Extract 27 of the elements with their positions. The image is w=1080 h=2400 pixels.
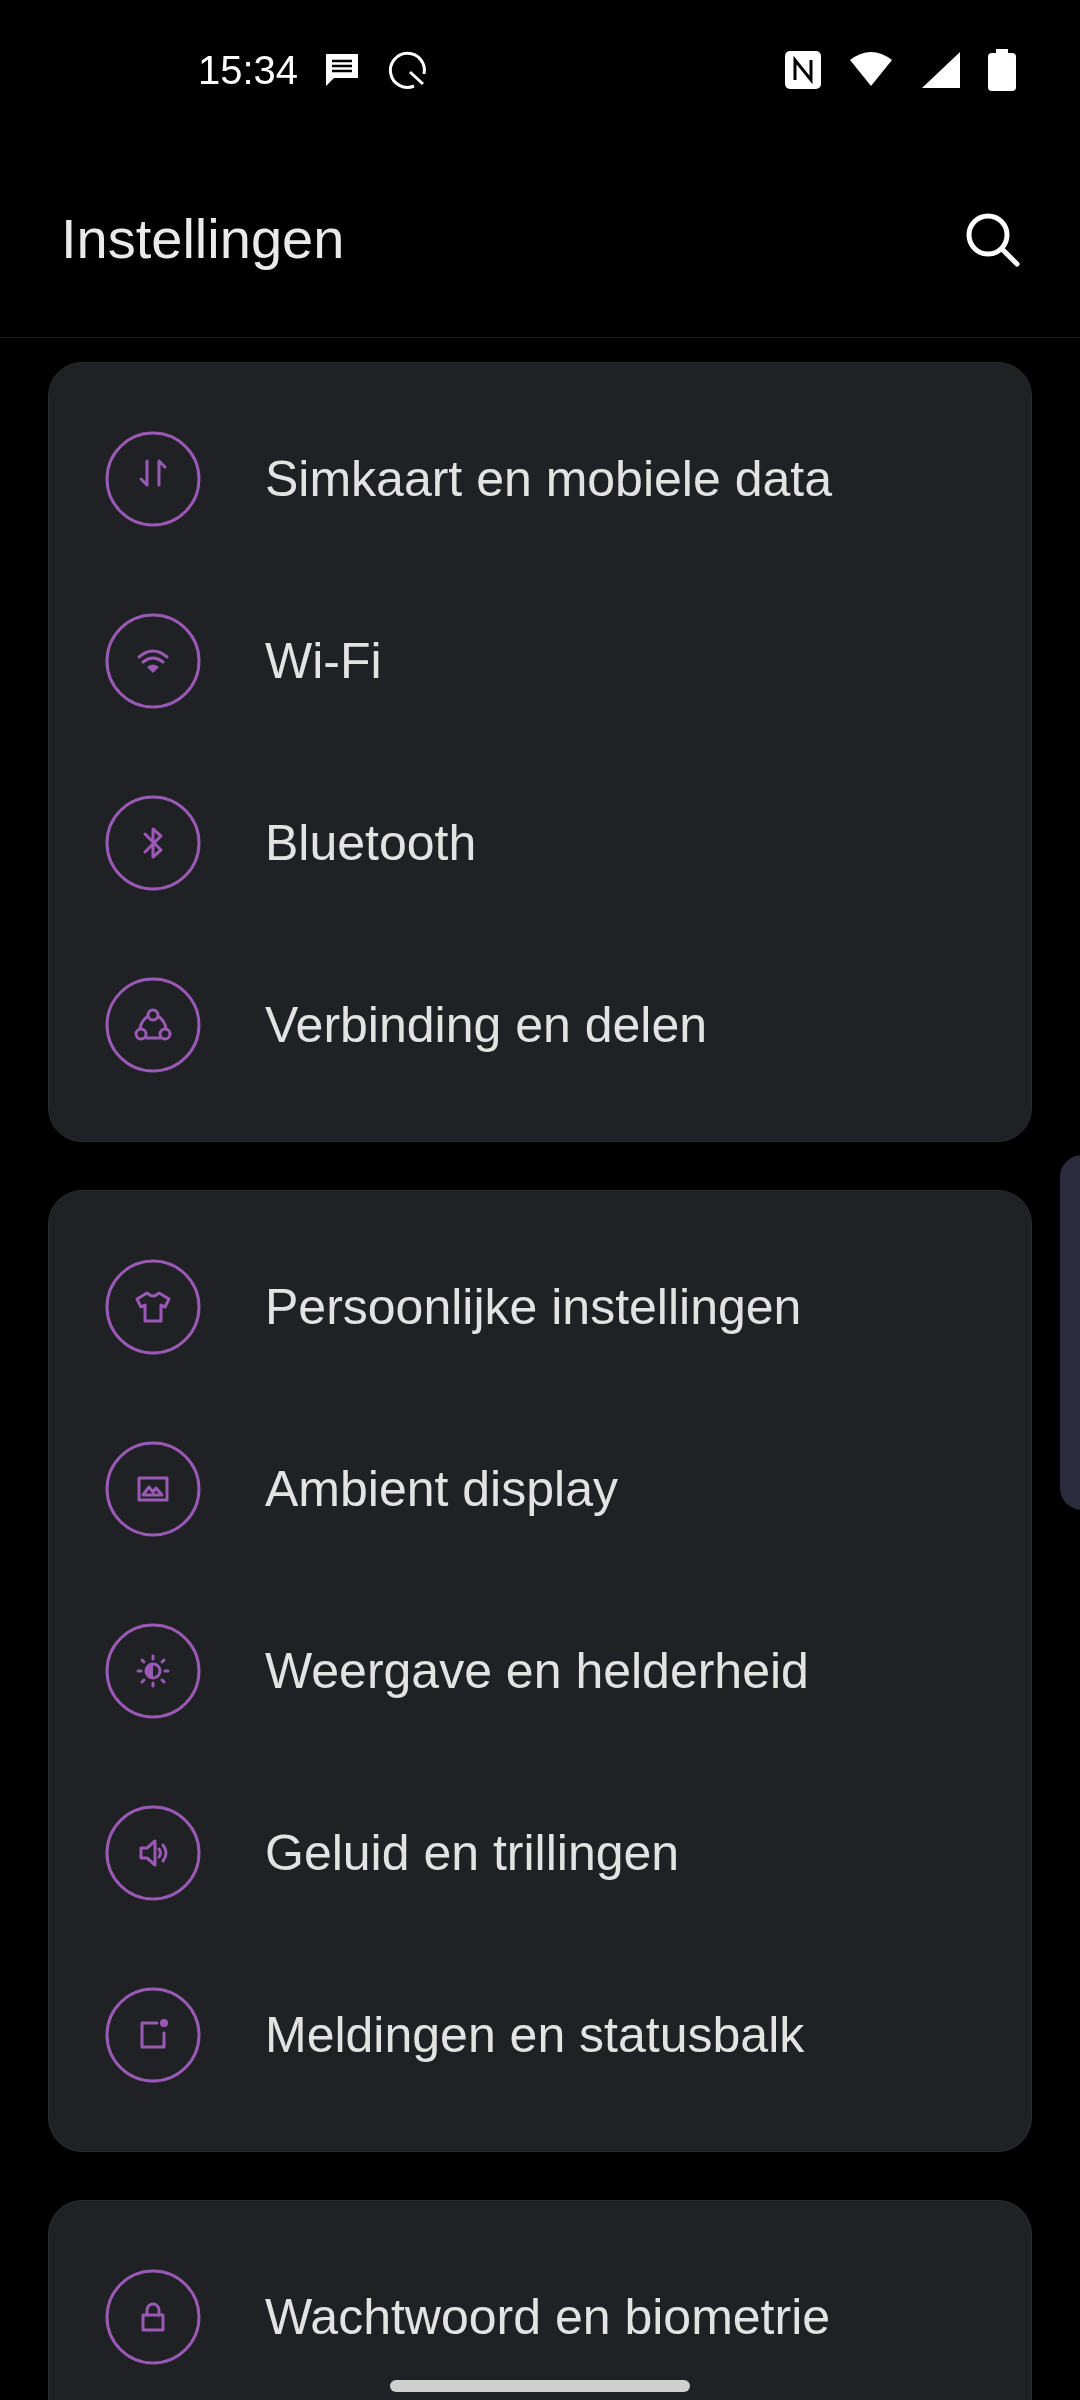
speaker-icon xyxy=(105,1805,201,1901)
signal-icon xyxy=(920,50,962,90)
arrows-icon xyxy=(105,431,201,527)
nfc-icon xyxy=(784,50,822,90)
lock-icon xyxy=(105,2269,201,2365)
home-indicator[interactable] xyxy=(390,2380,690,2392)
wifi-icon xyxy=(105,613,201,709)
share-icon xyxy=(105,977,201,1073)
settings-item[interactable]: Simkaart en mobiele data xyxy=(49,388,1031,570)
settings-item[interactable]: Persoonlijke instellingen xyxy=(49,1216,1031,1398)
shirt-icon xyxy=(105,1259,201,1355)
page-title: Instellingen xyxy=(61,205,345,272)
notification-icon xyxy=(105,1987,201,2083)
settings-item[interactable]: Bluetooth xyxy=(49,752,1031,934)
settings-item[interactable]: Wi-Fi xyxy=(49,570,1031,752)
brightness-icon xyxy=(105,1623,201,1719)
battery-icon xyxy=(988,49,1016,91)
image-icon xyxy=(105,1441,201,1537)
settings-item[interactable]: Verbinding en delen xyxy=(49,934,1031,1116)
status-time: 15:34 xyxy=(198,47,299,94)
settings-item[interactable]: Meldingen en statusbalk xyxy=(49,1944,1031,2126)
settings-item[interactable]: Wachtwoord en biometrie xyxy=(49,2226,1031,2400)
settings-item[interactable]: Geluid en trillingen xyxy=(49,1762,1031,1944)
side-handle[interactable] xyxy=(1060,1155,1080,1510)
settings-item[interactable]: Weergave en helderheid xyxy=(49,1580,1031,1762)
settings-item[interactable]: Ambient display xyxy=(49,1398,1031,1580)
bluetooth-icon xyxy=(105,795,201,891)
